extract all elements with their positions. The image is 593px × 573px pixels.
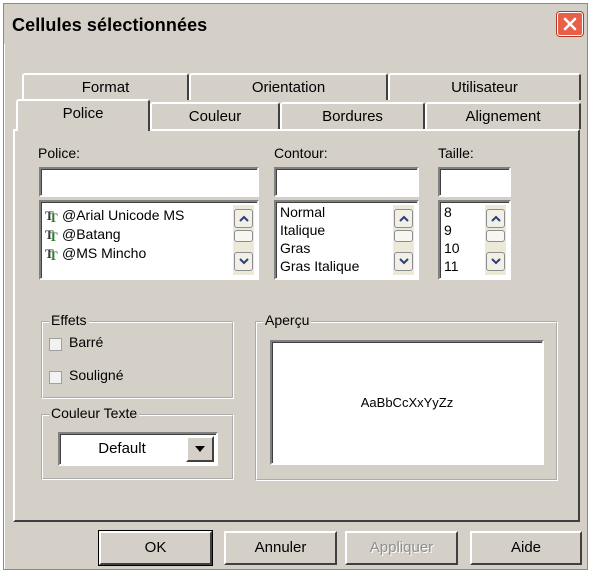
- list-item-label: 10: [444, 240, 460, 256]
- appliquer-button[interactable]: Appliquer: [345, 531, 458, 565]
- scroll-thumb[interactable]: [394, 230, 413, 242]
- tab-police[interactable]: Police: [16, 99, 150, 131]
- close-button[interactable]: [557, 12, 583, 36]
- svg-text:T: T: [49, 248, 58, 260]
- tab-utilisateur-label: Utilisateur: [451, 79, 518, 96]
- scroll-thumb[interactable]: [234, 230, 253, 242]
- truetype-font-icon: TT: [45, 228, 58, 241]
- effets-group: [41, 321, 234, 399]
- couleur-texte-value: Default: [98, 440, 146, 457]
- svg-text:T: T: [49, 210, 58, 222]
- list-item-label: 9: [444, 222, 452, 238]
- tab-orientation-label: Orientation: [251, 79, 326, 96]
- contour-input[interactable]: [274, 167, 419, 197]
- chevron-down-icon: [195, 446, 205, 452]
- arrow-down-icon: [490, 258, 501, 265]
- window-title: Cellules sélectionnées: [12, 15, 208, 35]
- arrow-up-icon: [238, 215, 249, 222]
- tab-utilisateur[interactable]: Utilisateur: [388, 73, 581, 100]
- tab-orientation[interactable]: Orientation: [189, 73, 388, 100]
- tab-bordures[interactable]: Bordures: [280, 102, 425, 129]
- tab-format[interactable]: Format: [22, 73, 189, 100]
- apercu-sample-text: AaBbCcXxYyZz: [360, 395, 454, 410]
- arrow-down-icon: [398, 258, 409, 265]
- scroll-down-button[interactable]: [486, 252, 505, 271]
- apercu-label: Aperçu: [263, 312, 312, 328]
- dropdown-button[interactable]: [186, 436, 214, 462]
- souligne-checkbox[interactable]: [49, 371, 62, 384]
- aide-button[interactable]: Aide: [470, 531, 582, 565]
- police-input[interactable]: [39, 167, 259, 197]
- list-item-label: Normal: [280, 204, 326, 220]
- tab-alignement[interactable]: Alignement: [425, 102, 581, 129]
- dialog-window: Cellules sélectionnées Format Orientatio…: [3, 3, 588, 570]
- scroll-up-button[interactable]: [234, 209, 253, 228]
- tab-police-label: Police: [62, 105, 104, 122]
- souligne-label: Souligné: [69, 367, 124, 383]
- list-item-label: 8: [444, 204, 452, 220]
- tab-format-label: Format: [81, 79, 130, 96]
- scroll-up-button[interactable]: [394, 209, 413, 228]
- taille-input[interactable]: [438, 167, 511, 197]
- couleur-texte-select[interactable]: Default: [58, 432, 218, 466]
- contour-label: Contour:: [274, 145, 328, 161]
- list-item-label: @Batang: [62, 226, 121, 242]
- list-item-label: Gras Italique: [280, 258, 360, 274]
- title-bar[interactable]: Cellules sélectionnées: [4, 4, 587, 44]
- tab-couleur[interactable]: Couleur: [150, 102, 280, 129]
- annuler-button[interactable]: Annuler: [224, 531, 337, 565]
- police-label: Police:: [38, 145, 81, 161]
- scroll-thumb[interactable]: [486, 230, 505, 242]
- list-item[interactable]: TT @Batang: [41, 225, 257, 244]
- apercu-preview: AaBbCcXxYyZz: [270, 340, 544, 465]
- scroll-up-button[interactable]: [486, 209, 505, 228]
- list-item-label: @MS Mincho: [62, 245, 147, 261]
- taille-label: Taille:: [438, 145, 474, 161]
- police-scrollbar[interactable]: [233, 205, 254, 275]
- tab-alignement-label: Alignement: [465, 108, 541, 125]
- police-listbox[interactable]: TT @Arial Unicode MS TT @Batang TT @MS M…: [39, 200, 259, 280]
- tab-couleur-label: Couleur: [188, 108, 242, 125]
- scroll-down-button[interactable]: [234, 252, 253, 271]
- taille-listbox[interactable]: 8 9 10 11: [438, 200, 511, 280]
- scroll-down-button[interactable]: [394, 252, 413, 271]
- arrow-down-icon: [238, 258, 249, 265]
- ok-button[interactable]: OK: [98, 530, 213, 566]
- svg-text:T: T: [49, 229, 58, 241]
- truetype-font-icon: TT: [45, 209, 58, 222]
- barre-checkbox[interactable]: [49, 338, 62, 351]
- couleur-texte-label: Couleur Texte: [49, 405, 140, 421]
- tab-bordures-label: Bordures: [322, 108, 383, 125]
- barre-label: Barré: [69, 334, 104, 350]
- list-item[interactable]: TT @Arial Unicode MS: [41, 206, 257, 225]
- list-item[interactable]: TT @MS Mincho: [41, 244, 257, 263]
- list-item-label: 11: [444, 258, 459, 274]
- list-item-label: Italique: [280, 222, 326, 238]
- taille-scrollbar[interactable]: [485, 205, 506, 275]
- list-item-label: @Arial Unicode MS: [62, 207, 185, 223]
- contour-scrollbar[interactable]: [393, 205, 414, 275]
- arrow-up-icon: [398, 215, 409, 222]
- close-icon: [563, 17, 577, 31]
- arrow-up-icon: [490, 215, 501, 222]
- truetype-font-icon: TT: [45, 247, 58, 260]
- contour-listbox[interactable]: Normal Italique Gras Gras Italique: [274, 200, 419, 280]
- effets-label: Effets: [49, 312, 89, 328]
- list-item-label: Gras: [280, 240, 311, 256]
